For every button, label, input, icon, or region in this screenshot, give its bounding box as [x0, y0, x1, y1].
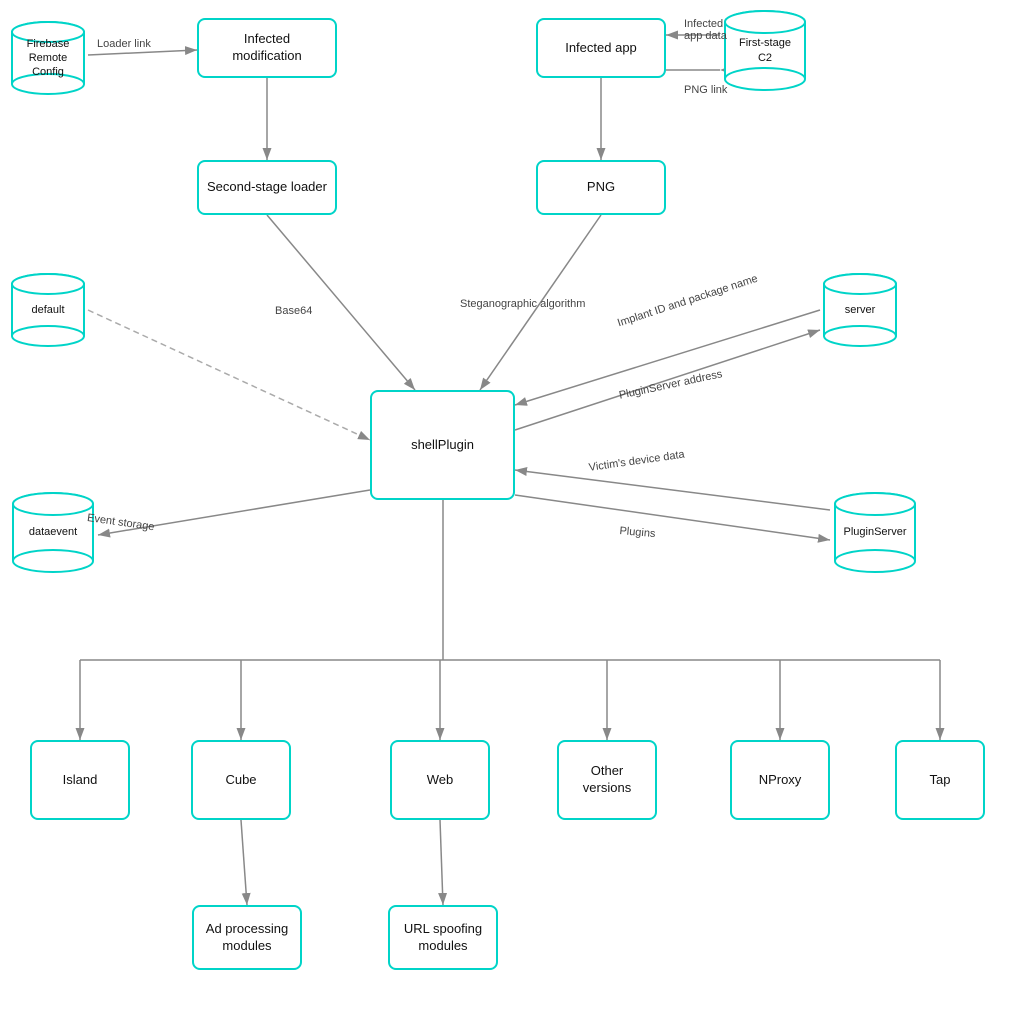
tap-box: Tap	[895, 740, 985, 820]
default-cylinder: default	[8, 270, 88, 350]
server-cylinder: server	[820, 270, 900, 350]
diagram-container: Infected modification Second-stage loade…	[0, 0, 1024, 1013]
infected-modification-box: Infected modification	[197, 18, 337, 78]
pluginserver-cylinder: PluginServer	[830, 490, 920, 575]
other-versions-box: Other versions	[557, 740, 657, 820]
steganographic-label: Steganographic algorithm	[460, 298, 585, 310]
png-link-label: PNG link	[684, 84, 727, 96]
island-box: Island	[30, 740, 130, 820]
url-spoofing-box: URL spoofing modules	[388, 905, 498, 970]
shellplugin-box: shellPlugin	[370, 390, 515, 500]
cube-box: Cube	[191, 740, 291, 820]
dataevent-cylinder: dataevent	[8, 490, 98, 575]
web-box: Web	[390, 740, 490, 820]
loader-link-label: Loader link	[97, 38, 151, 50]
ad-processing-box: Ad processing modules	[192, 905, 302, 970]
png-box: PNG	[536, 160, 666, 215]
first-stage-c2-cylinder: First-stage C2	[720, 8, 810, 93]
victims-device-label: Victim's device data	[588, 449, 685, 474]
nproxy-box: NProxy	[730, 740, 830, 820]
infected-app-box: Infected app	[536, 18, 666, 78]
firebase-cylinder: Firebase Remote Config	[8, 18, 88, 98]
pluginserver-address-label: PluginServer address	[618, 368, 723, 402]
infected-app-data-label: Infectedapp data	[684, 18, 727, 42]
implant-id-label: Implant ID and package name	[616, 273, 759, 330]
plugins-label: Plugins	[619, 525, 656, 540]
base64-label: Base64	[275, 305, 312, 317]
second-stage-loader-box: Second-stage loader	[197, 160, 337, 215]
